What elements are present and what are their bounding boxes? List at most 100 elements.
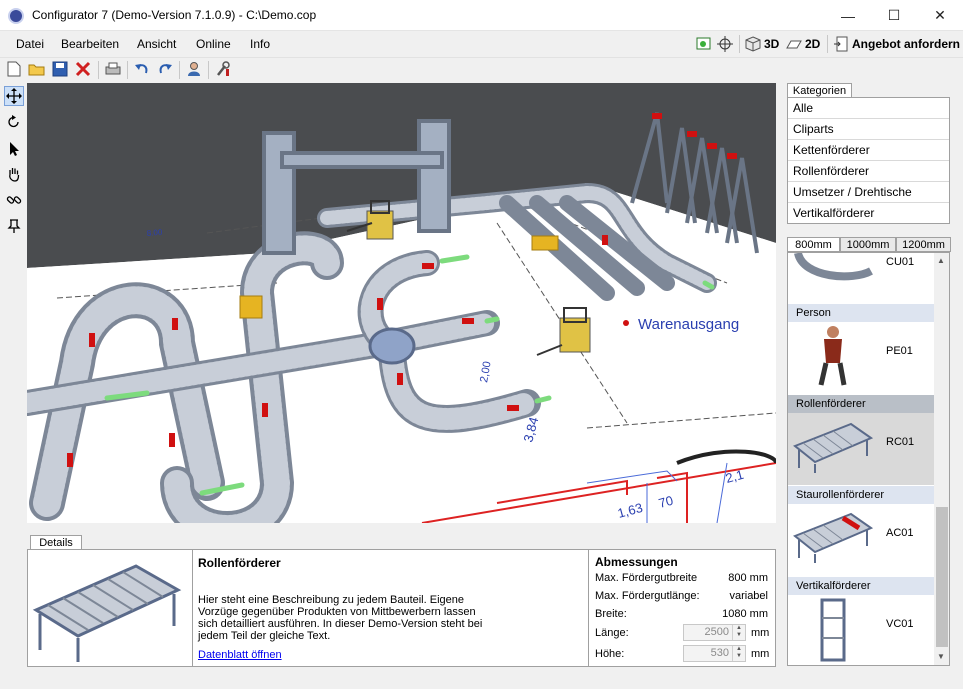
category-item-kettenfoerderer[interactable]: Kettenförderer	[788, 140, 949, 161]
category-item-rollenfoerderer[interactable]: Rollenförderer	[788, 161, 949, 182]
category-item-vertikalfoerderer[interactable]: Vertikalförderer	[788, 203, 949, 224]
part-code: CU01	[886, 256, 915, 268]
part-code: VC01	[886, 618, 914, 630]
plane-icon	[786, 40, 802, 49]
save-icon[interactable]	[51, 60, 69, 78]
height-label: Höhe:	[595, 648, 625, 660]
toolbar-separator	[98, 61, 99, 79]
detail-description: Hier steht eine Beschreibung zu jedem Ba…	[198, 594, 483, 642]
part-list: CU01 Person PE01 Rollenförderer RC01 Sta…	[787, 252, 950, 666]
height-unit: mm	[751, 648, 770, 660]
length-value: 2500	[704, 626, 729, 638]
scene-render: 3,84 2,00 1,63 70 2,1 8.00 8.00 Warenaus…	[27, 83, 776, 523]
settings-tools-icon[interactable]	[214, 60, 232, 78]
category-item-cliparts[interactable]: Cliparts	[788, 119, 949, 140]
height-spinner[interactable]: ▲ ▼	[732, 646, 745, 661]
category-item-alle[interactable]: Alle	[788, 98, 949, 119]
category-item-umsetzer[interactable]: Umsetzer / Drehtische	[788, 182, 949, 203]
part-thumb-cu01[interactable]	[793, 253, 873, 285]
max-length-label: Max. Fördergutlänge:	[595, 590, 700, 602]
category-list: Alle Cliparts Kettenförderer Rollenförde…	[787, 97, 950, 224]
height-input[interactable]: 530 ▲ ▼	[683, 645, 746, 662]
view-2d-label: 2D	[805, 37, 821, 51]
part-code: PE01	[886, 345, 913, 357]
open-folder-icon[interactable]	[28, 60, 46, 78]
3d-viewport[interactable]: 3,84 2,00 1,63 70 2,1 8.00 8.00 Warenaus…	[27, 83, 776, 523]
tab-size-800[interactable]: 800mm	[787, 237, 840, 252]
maximize-button[interactable]: ☐	[871, 0, 917, 31]
request-quote-button[interactable]: Angebot anfordern	[833, 34, 960, 54]
close-button[interactable]: ✕	[917, 0, 963, 31]
dim-label: 8.00	[146, 228, 163, 238]
undo-icon[interactable]	[133, 60, 151, 78]
tab-kategorien[interactable]: Kategorien	[787, 83, 852, 98]
part-thumb-rc01[interactable]	[793, 418, 874, 474]
tab-size-1000[interactable]: 1000mm	[840, 237, 896, 252]
view-2d-button[interactable]: 2D	[786, 34, 820, 54]
toolbar-separator	[179, 61, 180, 79]
part-list-scrollbar[interactable]: ▲ ▼	[934, 253, 949, 665]
scroll-down-icon[interactable]: ▼	[937, 652, 945, 661]
request-quote-label: Angebot anfordern	[852, 37, 960, 51]
toolbar-separator	[739, 35, 740, 53]
redo-icon[interactable]	[156, 60, 174, 78]
move-tool-icon[interactable]	[4, 86, 24, 106]
tab-size-1200[interactable]: 1200mm	[896, 237, 951, 252]
menu-bearbeiten[interactable]: Bearbeiten	[61, 37, 119, 51]
screenshot-icon[interactable]	[696, 36, 712, 52]
part-code: AC01	[886, 527, 914, 539]
pin-tool-icon[interactable]	[4, 216, 24, 236]
max-width-label: Max. Fördergutbreite	[595, 572, 698, 584]
part-code: RC01	[886, 436, 915, 448]
toolbar-separator	[127, 61, 128, 79]
length-spinner[interactable]: ▲ ▼	[732, 625, 745, 640]
part-group-header: Staurollenförderer	[788, 486, 934, 504]
menu-datei[interactable]: Datei	[16, 37, 44, 51]
print-icon[interactable]	[104, 60, 122, 78]
length-input[interactable]: 2500 ▲ ▼	[683, 624, 746, 641]
height-value: 530	[710, 647, 729, 659]
part-thumb-ac01[interactable]	[793, 508, 874, 564]
part-thumb-vc01[interactable]	[818, 598, 848, 662]
tab-details[interactable]: Details	[30, 535, 82, 550]
view-3d-button[interactable]: 3D	[745, 34, 779, 54]
part-group-header: Rollenförderer	[788, 395, 934, 413]
dimensions-heading: Abmessungen	[595, 555, 678, 569]
datasheet-link[interactable]: Datenblatt öffnen	[198, 649, 282, 661]
max-length-value: variabel	[729, 590, 768, 602]
max-width-value: 800 mm	[728, 572, 768, 584]
length-unit: mm	[751, 627, 770, 639]
width-value: 1080 mm	[722, 608, 768, 620]
rotate-tool-icon[interactable]	[4, 112, 24, 132]
cube-icon	[745, 36, 761, 52]
menu-online[interactable]: Online	[196, 37, 231, 51]
minimize-button[interactable]: —	[825, 0, 871, 31]
part-thumb-pe01[interactable]	[818, 325, 848, 387]
dimensions-box: Abmessungen Max. Fördergutbreite 800 mm …	[588, 550, 776, 666]
pan-hand-icon[interactable]	[4, 164, 24, 184]
length-label: Länge:	[595, 627, 629, 639]
details-panel: Rollenförderer Hier steht eine Beschreib…	[27, 549, 776, 667]
detail-title: Rollenförderer	[198, 556, 281, 570]
quote-icon	[834, 36, 848, 52]
toolbar-separator	[827, 35, 828, 53]
window-title: Configurator 7 (Demo-Version 7.1.0.9) - …	[32, 8, 317, 22]
link-chain-icon[interactable]	[4, 190, 24, 210]
menu-info[interactable]: Info	[250, 37, 270, 51]
toolbar-separator	[208, 61, 209, 79]
part-group-header: Vertikalförderer	[788, 577, 934, 595]
select-pointer-icon[interactable]	[4, 139, 24, 159]
camera-position-icon[interactable]	[717, 36, 733, 52]
width-label: Breite:	[595, 608, 627, 620]
app-logo-icon	[8, 8, 24, 24]
title-bar: Configurator 7 (Demo-Version 7.1.0.9) - …	[0, 0, 963, 31]
scrollbar-thumb[interactable]	[936, 507, 948, 647]
user-icon[interactable]	[185, 60, 203, 78]
delete-icon[interactable]	[74, 60, 92, 78]
menu-ansicht[interactable]: Ansicht	[137, 37, 176, 51]
new-file-icon[interactable]	[5, 60, 23, 78]
part-group-header: Person	[788, 304, 934, 322]
detail-part-image	[28, 550, 193, 666]
warenausgang-label: Warenausgang	[638, 316, 739, 333]
scroll-up-icon[interactable]: ▲	[937, 256, 945, 265]
